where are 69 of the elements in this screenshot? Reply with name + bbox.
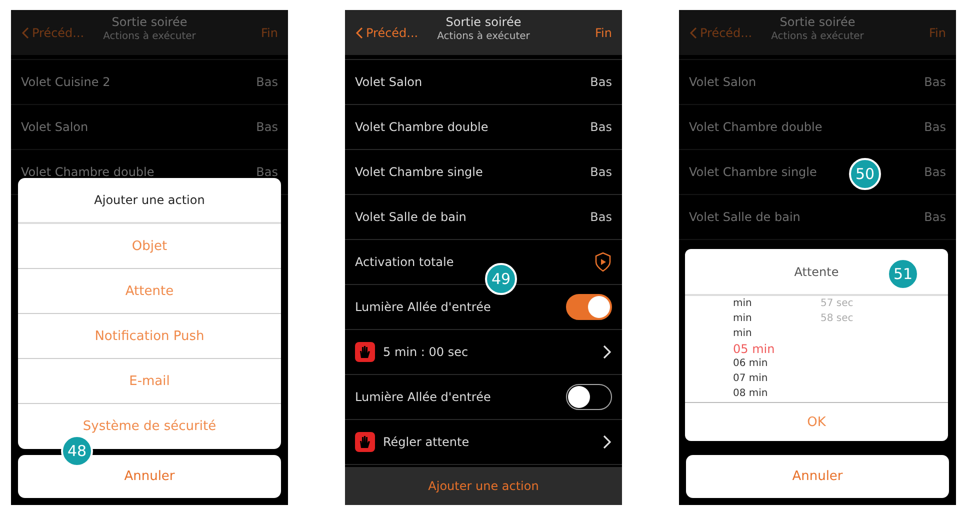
picker-item[interactable]: min: [733, 311, 820, 326]
screen-title: Sortie soirée: [446, 15, 522, 29]
picker-item[interactable]: 08 min: [733, 386, 820, 401]
step-number-badge: 49: [485, 263, 517, 295]
row-value: Bas: [256, 75, 278, 89]
done-link[interactable]: Fin: [261, 26, 278, 40]
toggle-switch[interactable]: [566, 384, 612, 410]
done-link[interactable]: Fin: [929, 26, 946, 40]
picker-item[interactable]: 57 sec: [820, 296, 908, 311]
row-value: Bas: [924, 210, 946, 224]
back-link[interactable]: Précéd...: [689, 26, 752, 40]
row-value: Bas: [924, 120, 946, 134]
row-label: Lumière Allée d'entrée: [355, 300, 491, 314]
row-label: Volet Chambre double: [355, 120, 488, 134]
toggle-switch[interactable]: [566, 294, 612, 320]
back-link[interactable]: Précéd...: [355, 26, 418, 40]
row-label: Régler attente: [383, 435, 470, 449]
done-link[interactable]: Fin: [595, 26, 612, 40]
sheet-option[interactable]: Attente: [18, 269, 281, 314]
row-label: Activation totale: [355, 255, 454, 269]
row-value: Bas: [256, 120, 278, 134]
screen-subtitle: Actions à exécuter: [103, 31, 196, 42]
back-chevron-icon: [689, 26, 697, 38]
row-label: Volet Salon: [689, 75, 756, 89]
row-label: Volet Salon: [21, 120, 88, 134]
back-chevron-icon: [355, 26, 363, 38]
row-value: Bas: [590, 120, 612, 134]
screen-title: Sortie soirée: [112, 15, 188, 29]
row-label: Volet Chambre double: [689, 120, 822, 134]
screen-title: Sortie soirée: [780, 15, 856, 29]
shield-play-icon: [594, 252, 612, 272]
sheet-option[interactable]: Notification Push: [18, 314, 281, 359]
row-label: Volet Salon: [355, 75, 422, 89]
row-label: Volet Salle de bain: [355, 210, 466, 224]
sheet-option[interactable]: E-mail: [18, 359, 281, 404]
row-label: Volet Salle de bain: [689, 210, 800, 224]
sheet-option[interactable]: Objet: [18, 224, 281, 269]
row-label: Lumière Allée d'entrée: [355, 390, 491, 404]
picker-item[interactable]: min: [733, 326, 820, 341]
add-action-button[interactable]: Ajouter une action: [345, 467, 622, 505]
back-chevron-icon: [21, 26, 29, 38]
row-value: Bas: [590, 75, 612, 89]
chevron-icon: [602, 344, 612, 360]
picker-item[interactable]: 05 min: [733, 341, 820, 356]
screen-subtitle: Actions à exécuter: [437, 31, 530, 42]
row-value: Bas: [256, 165, 278, 179]
row-label: Volet Cuisine 2: [21, 75, 110, 89]
cancel-button[interactable]: Annuler: [18, 455, 281, 498]
row-label: 5 min : 00 sec: [383, 345, 468, 359]
row-label: Volet Chambre double: [21, 165, 154, 179]
picker-item[interactable]: min: [733, 296, 820, 311]
hand-icon: [355, 432, 375, 452]
picker-item[interactable]: 06 min: [733, 356, 820, 371]
sheet-title: Ajouter une action: [18, 178, 281, 224]
row-label: Volet Chambre single: [355, 165, 483, 179]
screen-subtitle: Actions à exécuter: [771, 31, 864, 42]
picker-item[interactable]: 07 min: [733, 371, 820, 386]
hand-icon: [355, 342, 375, 362]
row-label: Volet Chambre single: [689, 165, 817, 179]
ok-button[interactable]: OK: [685, 403, 948, 441]
chevron-icon: [602, 434, 612, 450]
cancel-button[interactable]: Annuler: [686, 455, 949, 498]
back-link[interactable]: Précéd...: [21, 26, 84, 40]
row-value: Bas: [590, 210, 612, 224]
row-value: Bas: [924, 75, 946, 89]
step-number-badge: 50: [849, 158, 881, 190]
picker-item[interactable]: 58 sec: [820, 311, 908, 326]
row-value: Bas: [590, 165, 612, 179]
row-value: Bas: [924, 165, 946, 179]
